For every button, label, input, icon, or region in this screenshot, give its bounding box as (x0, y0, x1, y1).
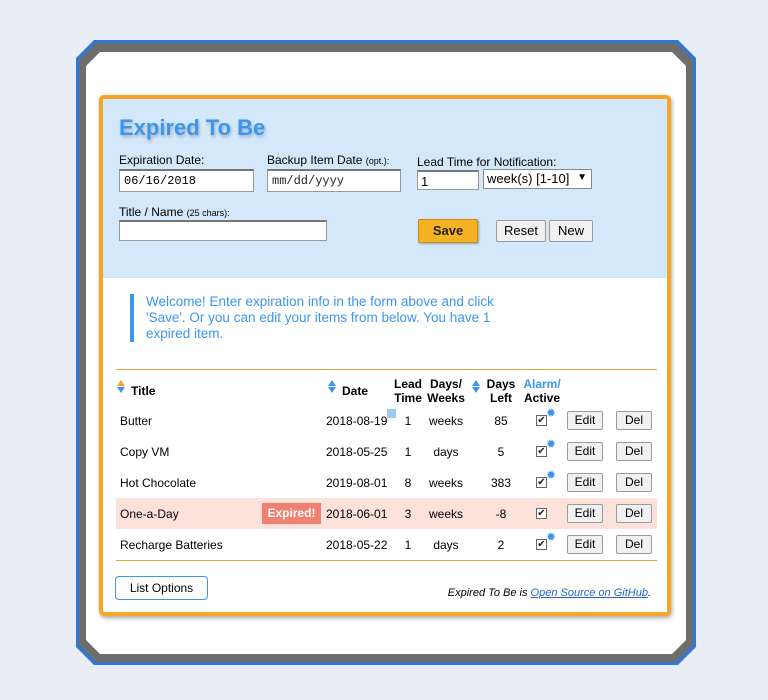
col-header-lead-line2: Time (394, 391, 422, 405)
edit-button[interactable]: Edit (567, 473, 603, 492)
backup-date-label-text: Backup Item Date (267, 153, 363, 167)
row-unit: days (433, 538, 459, 552)
footer-suffix: . (647, 587, 651, 599)
row-date: 2018-08-19 (326, 414, 388, 428)
row-lead-time: 1 (404, 445, 412, 459)
col-header-lead-line1: Lead (393, 377, 422, 391)
row-unit: weeks (428, 414, 463, 428)
col-header-title: Title (131, 384, 156, 398)
alarm-active-checkbox[interactable]: ✔ (536, 508, 547, 519)
title-input[interactable] (119, 220, 327, 241)
expiration-date-input[interactable]: 06/16/2018 (119, 169, 254, 192)
table-top-divider (116, 369, 657, 370)
col-header-unit-line1: Days/ (429, 377, 463, 391)
welcome-message: Welcome! Enter expiration info in the fo… (130, 294, 536, 342)
sort-date-icon[interactable] (328, 380, 336, 393)
alarm-sun-icon: ✹ (546, 468, 557, 482)
col-header-unit: Days/Weeks (426, 377, 466, 405)
delete-button[interactable]: Del (616, 504, 652, 523)
row-title: One-a-Day (120, 507, 179, 521)
table-row: One-a-Day 2018-06-01 3 weeks -8 Expired! ✔ Edit… (116, 498, 657, 529)
row-date: 2019-08-01 (326, 476, 388, 490)
alarm-sun-icon: ✹ (546, 530, 557, 544)
delete-button[interactable]: Del (616, 535, 652, 554)
row-days-left: 85 (494, 414, 508, 428)
row-title: Copy VM (120, 445, 170, 459)
row-days-left: -8 (495, 507, 507, 521)
row-days-left: 5 (497, 445, 505, 459)
col-header-days-line2: Left (490, 391, 512, 405)
edit-button[interactable]: Edit (567, 442, 603, 461)
edit-button[interactable]: Edit (567, 504, 603, 523)
col-header-days-line1: Days (486, 377, 516, 391)
alarm-sun-icon: ✹ (546, 406, 557, 420)
row-unit: weeks (428, 476, 463, 490)
row-lead-time: 8 (404, 476, 412, 490)
expiration-date-label: Expiration Date: (119, 153, 205, 167)
github-link[interactable]: Open Source on GitHub (531, 587, 648, 599)
col-header-unit-line2: Weeks (427, 391, 465, 405)
new-button[interactable]: New (549, 220, 593, 242)
reset-button[interactable]: Reset (496, 220, 546, 242)
backup-date-input[interactable]: mm/dd/yyyy (267, 169, 401, 192)
backup-date-opt: (opt.): (365, 156, 390, 166)
footer-note: Expired To Be is Open Source on GitHub. (448, 587, 651, 599)
title-hint: (25 chars): (186, 208, 230, 218)
title-label-text: Title / Name (119, 205, 184, 219)
row-lead-time: 1 (404, 414, 412, 428)
row-unit: weeks (428, 507, 463, 521)
sort-days-left-icon[interactable] (472, 380, 480, 393)
expired-badge: Expired! (262, 503, 321, 524)
table-bottom-divider (116, 560, 657, 561)
row-title: Recharge Batteries (120, 538, 223, 552)
row-lead-time: 3 (404, 507, 412, 521)
col-header-alarm: Alarm/Active (518, 377, 566, 405)
col-header-alarm-line1: Alarm/ (523, 377, 561, 391)
row-title: Hot Chocolate (120, 476, 197, 490)
row-date: 2018-05-25 (326, 445, 388, 459)
row-date: 2018-06-01 (326, 507, 388, 521)
lead-time-unit-value: week(s) [1-10] (487, 171, 570, 186)
row-days-left: 2 (497, 538, 505, 552)
save-button[interactable]: Save (418, 219, 478, 243)
list-options-button[interactable]: List Options (115, 576, 208, 600)
lead-time-label: Lead Time for Notification: (417, 155, 557, 169)
title-label: Title / Name (25 chars): (119, 205, 230, 219)
table-row: Butter 2018-08-19 1 weeks 85 ✔ ✹ Edit Del (116, 405, 657, 436)
table-row: Hot Chocolate 2019-08-01 8 weeks 383 ✔ ✹ Edit De… (116, 467, 657, 498)
backup-date-label: Backup Item Date (opt.): (267, 153, 389, 167)
table-row: Recharge Batteries 2018-05-22 1 days 2 ✔ ✹ Edit… (116, 529, 657, 560)
row-unit: days (433, 445, 459, 459)
col-header-date: Date (342, 384, 369, 398)
col-header-alarm-line2: Active (523, 391, 561, 405)
app-title: Expired To Be (119, 115, 266, 140)
chevron-down-icon: ▼ (577, 172, 587, 183)
table-row: Copy VM 2018-05-25 1 days 5 ✔ ✹ Edit Del (116, 436, 657, 467)
row-lead-time: 1 (404, 538, 412, 552)
lead-time-unit-select[interactable]: week(s) [1-10] ▼ (483, 169, 592, 189)
row-date: 2018-05-22 (326, 538, 388, 552)
delete-button[interactable]: Del (616, 411, 652, 430)
app-window: Expired To Be Expiration Date: 06/16/201… (99, 95, 671, 616)
col-header-days-left: Days Left (483, 377, 519, 405)
footer-prefix: Expired To Be is (447, 587, 528, 599)
alarm-sun-icon: ✹ (546, 437, 557, 451)
delete-button[interactable]: Del (616, 473, 652, 492)
delete-button[interactable]: Del (616, 442, 652, 461)
lead-time-input[interactable]: 1 (417, 170, 479, 190)
edit-button[interactable]: Edit (567, 411, 603, 430)
col-header-lead-time: Lead Time (390, 377, 426, 405)
edit-button[interactable]: Edit (567, 535, 603, 554)
row-days-left: 383 (490, 476, 512, 490)
sort-title-icon[interactable] (117, 380, 125, 393)
row-title: Butter (120, 414, 153, 428)
entry-form: Expired To Be Expiration Date: 06/16/201… (103, 99, 667, 278)
